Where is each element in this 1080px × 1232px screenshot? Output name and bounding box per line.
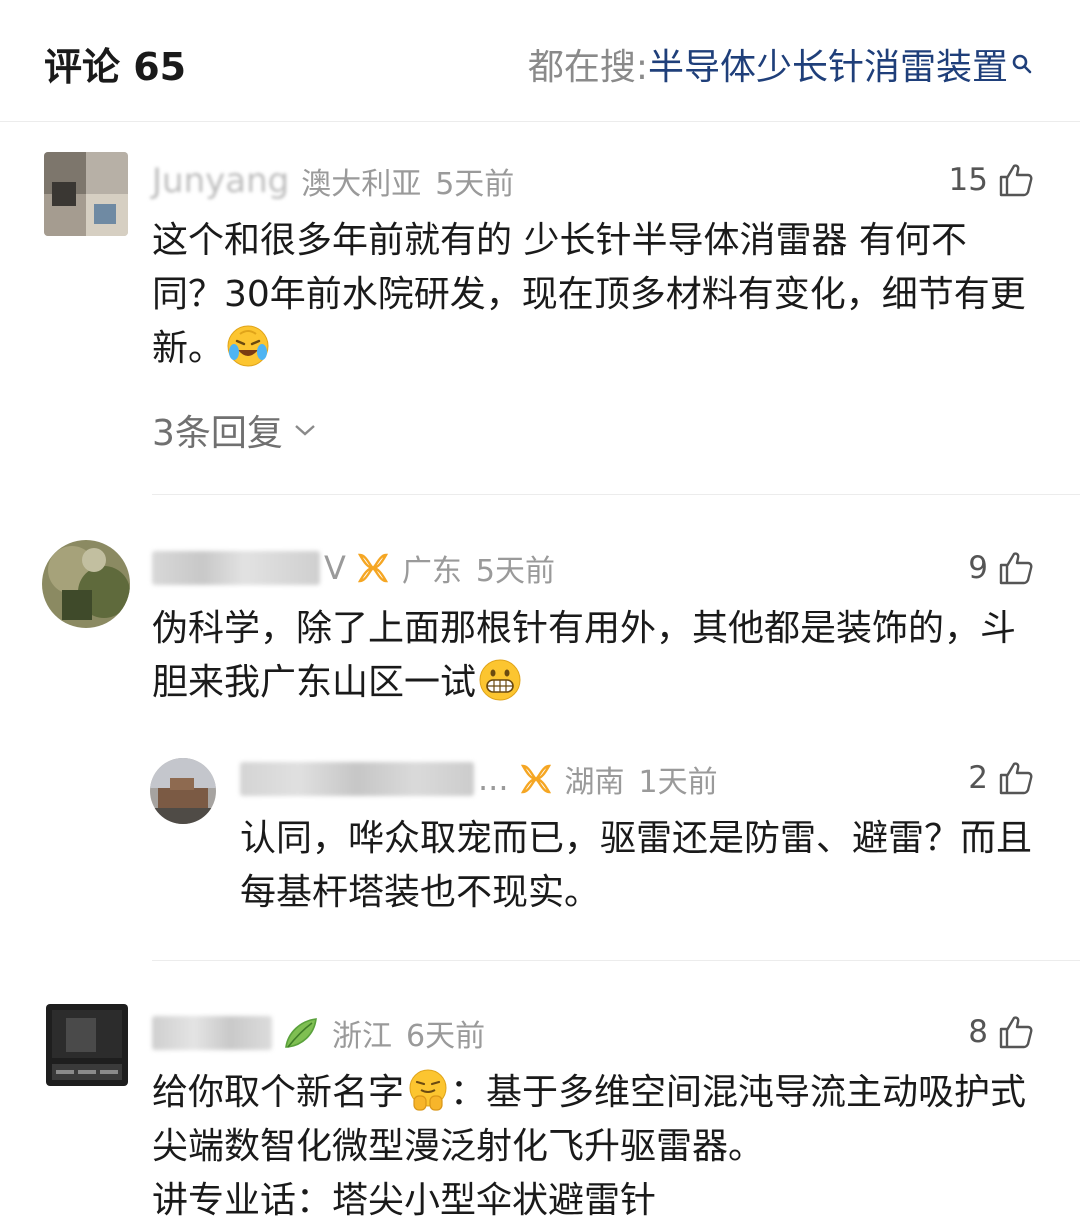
username-blurred[interactable] [152,551,320,585]
thumbs-up-icon[interactable] [998,1014,1034,1050]
username-blurred[interactable] [152,1016,272,1050]
like-count: 9 [968,550,988,586]
avatar[interactable] [46,1004,128,1086]
location: 澳大利亚 [301,167,422,202]
laughing-crying-emoji-icon [227,325,269,367]
divider [152,494,1080,495]
comment-text: 这个和很多年前就有的 少长针半导体消雷器 有何不同？30年前水院研发，现在顶多材… [152,220,1026,369]
timestamp: 1天前 [638,765,718,800]
view-replies-button[interactable]: 3条回复 [152,404,317,456]
trending-search-term[interactable]: 半导体少长针消雷装置 [648,38,1008,90]
avatar[interactable] [42,540,130,628]
comment-text: 伪科学，除了上面那根针有用外，其他都是装饰的，斗胆来我广东山区一试 [152,608,1017,703]
like-button[interactable]: 8 [968,1014,1034,1050]
comment-text: 给你取个新名字 ：基于多维空间混沌导流主动吸护式尖端数智化微型漫泛射化飞升驱雷器… [152,1066,1042,1228]
timestamp: 6天前 [406,1019,486,1054]
reply-text: 认同，哗众取宠而已，驱雷还是防雷、避雷？而且每基杆塔装也不现实。 [240,818,1033,913]
leaf-badge-icon [285,1018,317,1048]
like-count: 2 [968,760,988,796]
comments-header: 评论 65 都在搜: 半导体少长针消雷装置 [0,0,1080,122]
thumbs-up-icon[interactable] [998,162,1034,198]
comments-title: 评论 65 [44,45,187,89]
location: 湖南 [564,765,625,800]
chevron-down-icon [295,425,315,436]
grinning-emoji-icon [479,659,521,701]
like-button[interactable]: 15 [949,162,1034,198]
trending-search-link[interactable]: 都在搜: 半导体少长针消雷装置 [528,38,1034,90]
username[interactable]: Junyang [152,161,289,201]
like-button[interactable]: 9 [968,550,1034,586]
smirk-hands-emoji-icon [409,1069,447,1111]
vip-badge-icon [357,553,388,583]
thumbs-up-icon[interactable] [998,760,1034,796]
like-count: 8 [968,1014,988,1050]
vip-badge-icon [520,764,551,794]
username-tail: ... [478,760,509,798]
username-tail: V [324,549,346,587]
reply-avatar[interactable] [150,758,216,824]
timestamp: 5天前 [475,554,555,589]
divider [152,960,1080,961]
location: 浙江 [332,1019,392,1054]
thumbs-up-icon[interactable] [998,550,1034,586]
timestamp: 5天前 [435,167,515,202]
like-button[interactable]: 2 [968,760,1034,796]
avatar[interactable] [44,152,128,236]
like-count: 15 [948,162,988,198]
trending-search-prefix: 都在搜: [527,47,648,88]
username-blurred[interactable] [240,762,474,796]
location: 广东 [401,554,462,589]
search-icon[interactable] [1010,47,1034,81]
replies-label: 3条回复 [152,413,283,454]
